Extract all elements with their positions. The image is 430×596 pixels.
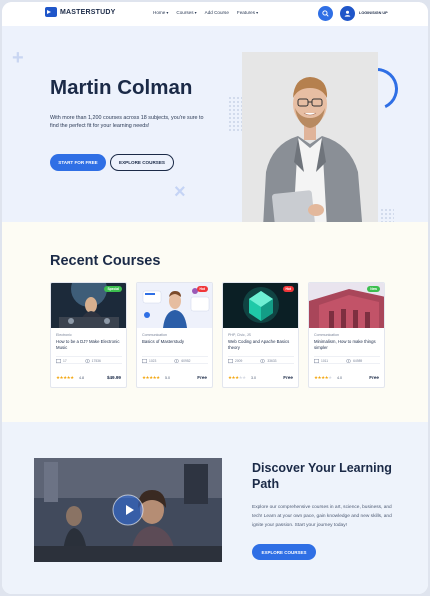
lectures-icon	[56, 358, 61, 363]
hero-section: + × Martin Colman With more than 1,200 c…	[2, 26, 428, 222]
eye-icon	[84, 358, 90, 363]
explore-courses-button[interactable]: EXPLORE COURSES	[110, 154, 174, 171]
rating-stars: ★★★★★	[142, 375, 160, 380]
rating-value: 4.0	[337, 376, 342, 380]
course-title[interactable]: Basics of Masterstudy	[142, 339, 208, 345]
account-button[interactable]	[340, 6, 355, 21]
course-meta: 1023 60952	[142, 356, 208, 364]
course-category: Electronic	[56, 333, 72, 337]
recent-courses-section: Recent Courses Special Electronic How to…	[2, 222, 428, 422]
user-icon	[344, 10, 351, 17]
course-card[interactable]: Special Electronic How to be a DJ? Make …	[50, 282, 127, 388]
site-header: MASTERSTUDY Home Courses Add Course Feat…	[2, 2, 428, 26]
start-for-free-button[interactable]: START FOR FREE	[50, 154, 106, 171]
course-price: Free	[283, 375, 293, 380]
course-badge: Hot	[196, 286, 208, 292]
course-meta: 1011 64989	[314, 356, 380, 364]
eye-icon	[260, 358, 266, 363]
discover-description: Explore our comprehensive courses in art…	[252, 505, 392, 528]
rating-stars: ★★★★★	[314, 375, 332, 380]
logo-icon	[45, 7, 57, 17]
course-category: PHP, Civic, JS	[228, 333, 251, 337]
eye-icon	[174, 358, 180, 363]
section-title: Recent Courses	[50, 253, 161, 269]
rating-stars: ★★★★★	[228, 375, 246, 380]
course-price: Free	[369, 375, 379, 380]
course-price: Free	[197, 375, 207, 380]
view-count: 17536	[91, 358, 101, 363]
course-title[interactable]: Minimalism, How to make things simpler	[314, 339, 380, 350]
rating-value: 4.8	[79, 376, 84, 380]
eye-icon	[346, 358, 352, 363]
dots-decoration	[228, 96, 242, 132]
course-category: Communication	[314, 333, 339, 337]
course-price: $49.99	[106, 375, 121, 380]
view-count: 60952	[181, 358, 191, 363]
nav-item-add-course[interactable]: Add Course	[205, 10, 229, 15]
play-icon[interactable]	[125, 504, 135, 516]
search-icon	[322, 10, 329, 17]
logo[interactable]: MASTERSTUDY	[45, 7, 115, 17]
course-meta: 2009 33633	[228, 356, 294, 364]
plus-decoration: +	[12, 47, 24, 69]
course-card[interactable]: New Communication Minimalism, How to mak…	[308, 282, 385, 388]
view-count: 33633	[267, 358, 277, 363]
learning-video-thumbnail[interactable]	[34, 458, 222, 562]
course-badge: Special	[104, 286, 122, 292]
lectures-icon	[228, 358, 233, 363]
discover-section: Discover Your Learning Path Explore our …	[2, 422, 428, 594]
hero-title: Martin Colman	[50, 76, 193, 99]
page-frame: MASTERSTUDY Home Courses Add Course Feat…	[2, 2, 428, 594]
search-button[interactable]	[318, 6, 333, 21]
dots-decoration	[380, 208, 394, 222]
lecture-count: 1023	[149, 358, 157, 363]
course-badge: Hot	[282, 286, 294, 292]
instructor-photo	[242, 52, 378, 222]
discover-title: Discover Your Learning Path	[252, 461, 392, 491]
nav-item-courses[interactable]: Courses	[176, 10, 196, 15]
lectures-icon	[142, 358, 147, 363]
explore-courses-button[interactable]: EXPLORE COURSES	[252, 544, 316, 560]
course-title[interactable]: Web Coding and Apache Basics theory	[228, 339, 294, 350]
rating-stars: ★★★★★	[56, 375, 74, 380]
nav-item-features[interactable]: Features	[237, 10, 258, 15]
course-badge: New	[367, 286, 380, 292]
main-nav: Home Courses Add Course Features	[153, 10, 258, 15]
course-title[interactable]: How to be a DJ? Make Electronic Music	[56, 339, 122, 350]
view-count: 64989	[353, 358, 363, 363]
cross-decoration: ×	[174, 181, 186, 203]
lectures-icon	[314, 358, 319, 363]
course-card[interactable]: Hot Communication Basics of Masterstudy …	[136, 282, 213, 388]
rating-value: 5.0	[165, 376, 170, 380]
hero-description: With more than 1,200 courses across 18 s…	[50, 115, 204, 130]
login-signup-link[interactable]: LOGIN/SIGN UP	[359, 11, 388, 15]
logo-text: MASTERSTUDY	[60, 8, 116, 16]
course-meta: 17 17536	[56, 356, 122, 364]
lecture-count: 2009	[235, 358, 243, 363]
rating-value: 3.0	[251, 376, 256, 380]
course-category: Communication	[142, 333, 167, 337]
lecture-count: 1011	[321, 358, 329, 363]
course-card[interactable]: Hot PHP, Civic, JS Web Coding and Apache…	[222, 282, 299, 388]
lecture-count: 17	[63, 358, 67, 363]
nav-item-home[interactable]: Home	[153, 10, 168, 15]
